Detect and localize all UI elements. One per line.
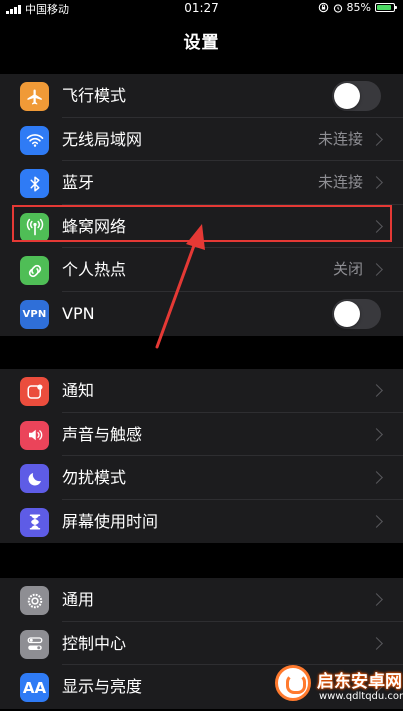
moon-icon: [20, 464, 49, 494]
vpn-toggle[interactable]: [332, 298, 381, 329]
bluetooth-icon: [20, 169, 49, 199]
airplane-mode-toggle[interactable]: [332, 81, 381, 111]
settings-row-general[interactable]: 通用: [0, 578, 403, 622]
settings-row-label: 飞行模式: [62, 86, 127, 105]
settings-row-sounds-haptics[interactable]: 声音与触感: [0, 413, 403, 457]
display-icon-text: AA: [22, 678, 47, 697]
chevron-right-icon: [370, 593, 383, 606]
chevron-right-icon: [370, 132, 383, 146]
hourglass-icon: [20, 507, 49, 537]
page-title: 设置: [183, 33, 220, 53]
toggle-knob: [334, 300, 360, 327]
settings-group-connectivity: 飞行模式 无线局域网 未连接 蓝牙 未连接 蜂窝网络 个人热点 关闭 VPN V…: [0, 74, 403, 336]
wifi-icon: [20, 125, 49, 155]
settings-row-wifi[interactable]: 无线局域网 未连接: [0, 118, 403, 162]
settings-row-personal-hotspot[interactable]: 个人热点 关闭: [0, 248, 403, 292]
battery-icon: [375, 3, 397, 12]
settings-row-control-center[interactable]: 控制中心: [0, 622, 403, 666]
notification-icon: [20, 377, 49, 406]
settings-row-label: 显示与亮度: [62, 677, 143, 697]
settings-row-label: 屏幕使用时间: [62, 511, 159, 531]
battery-percent: 85%: [346, 1, 371, 14]
settings-row-label: 通知: [62, 381, 95, 400]
airplane-icon: [20, 82, 49, 111]
bluetooth-status-value: 未连接: [317, 173, 363, 192]
settings-row-notifications[interactable]: 通知: [0, 369, 403, 413]
settings-row-screen-time[interactable]: 屏幕使用时间: [0, 500, 403, 544]
wifi-status-value: 未连接: [317, 129, 363, 148]
hotspot-status-value: 关闭: [332, 260, 363, 279]
chevron-right-icon: [370, 680, 383, 694]
chevron-right-icon: [370, 263, 383, 277]
settings-row-label: 蓝牙: [62, 173, 95, 193]
chevron-right-icon: [370, 384, 383, 397]
settings-row-cellular[interactable]: 蜂窝网络: [0, 205, 403, 249]
speaker-icon: [20, 420, 49, 450]
chevron-right-icon: [370, 471, 383, 485]
settings-group-general: 通用 控制中心 AA 显示与亮度: [0, 578, 403, 709]
settings-row-bluetooth[interactable]: 蓝牙 未连接: [0, 161, 403, 205]
status-right: 85%: [318, 1, 397, 14]
settings-row-label: VPN: [62, 303, 95, 323]
settings-row-display-brightness[interactable]: AA 显示与亮度: [0, 665, 403, 709]
chevron-right-icon: [370, 219, 383, 233]
settings-row-label: 控制中心: [62, 633, 127, 653]
alarm-icon: [333, 3, 342, 13]
toggle-knob: [334, 83, 360, 109]
chevron-right-icon: [370, 176, 383, 190]
chevron-right-icon: [370, 636, 383, 650]
settings-row-airplane-mode[interactable]: 飞行模式: [0, 74, 403, 118]
settings-row-label: 无线局域网: [62, 129, 143, 149]
settings-row-label: 个人热点: [62, 260, 127, 280]
settings-row-do-not-disturb[interactable]: 勿扰模式: [0, 456, 403, 500]
chevron-right-icon: [370, 514, 383, 528]
cellular-antenna-icon: [20, 212, 49, 242]
vpn-icon: VPN: [20, 299, 49, 329]
settings-group-notifications: 通知 声音与触感 勿扰模式 屏幕使用时间: [0, 369, 403, 544]
display-brightness-icon: AA: [20, 673, 49, 703]
settings-row-label: 通用: [62, 590, 95, 609]
chevron-right-icon: [370, 427, 383, 441]
gear-icon: [20, 586, 49, 615]
settings-row-label: 声音与触感: [62, 424, 143, 444]
settings-row-label: 勿扰模式: [62, 468, 127, 488]
settings-row-label: 蜂窝网络: [62, 216, 127, 236]
battery-fill: [377, 5, 391, 10]
status-bar: 中国移动 01:27 85%: [0, 0, 403, 16]
vpn-icon-text: VPN: [22, 308, 47, 320]
rotation-lock-icon: [318, 2, 328, 13]
hotspot-icon: [20, 256, 49, 286]
settings-row-vpn[interactable]: VPN VPN: [0, 292, 403, 336]
control-center-icon: [20, 629, 49, 659]
